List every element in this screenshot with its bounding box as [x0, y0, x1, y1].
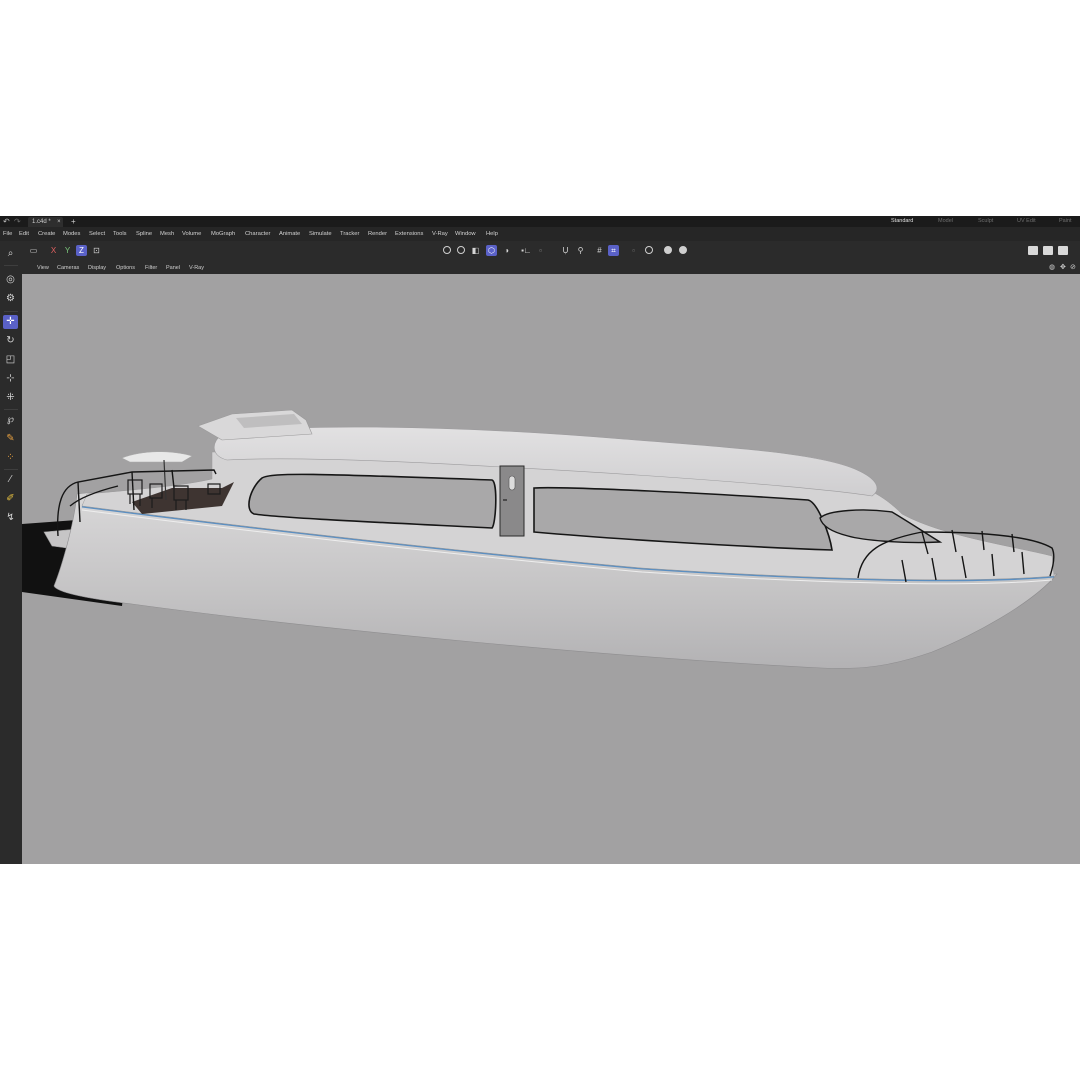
- coordinate-system-icon[interactable]: ⊡: [91, 245, 102, 256]
- umbrella: [121, 451, 193, 463]
- viewport-menu-panel[interactable]: Panel: [166, 262, 180, 274]
- menu-window[interactable]: Window: [455, 227, 476, 241]
- select-tool-icon[interactable]: ⚙: [3, 292, 18, 306]
- viewport-menu-display[interactable]: Display: [88, 262, 106, 274]
- menu-edit[interactable]: Edit: [19, 227, 29, 241]
- menu-animate[interactable]: Animate: [279, 227, 300, 241]
- new-tab-icon[interactable]: +: [71, 216, 76, 227]
- spline-pen-icon[interactable]: ℘: [3, 413, 18, 427]
- undo-icon[interactable]: ↶: [3, 216, 10, 227]
- rotate-icon[interactable]: ↻: [3, 334, 18, 348]
- lock-y-axis-button[interactable]: Y: [62, 245, 73, 256]
- perspective-viewport[interactable]: [22, 274, 1080, 864]
- scale-icon[interactable]: ◰: [3, 353, 18, 367]
- close-tab-icon[interactable]: ×: [57, 217, 61, 227]
- layout-standard[interactable]: Standard: [886, 216, 918, 228]
- layout-sculpt[interactable]: Sculpt: [978, 216, 993, 227]
- navigation-zoom-icon[interactable]: ⊘: [1070, 262, 1076, 274]
- main-toolbar: ▭ X Y Z ⊡ ◧ ⬡ ◑ ▪ ∟ ▫ Ụ ⚲ # ⌗ ▫: [0, 241, 1080, 262]
- menu-file[interactable]: File: [3, 227, 12, 241]
- menu-tools[interactable]: Tools: [113, 227, 127, 241]
- menu-vray[interactable]: V-Ray: [432, 227, 448, 241]
- axis-mode-icon[interactable]: ∟: [522, 245, 533, 256]
- magnet-snap-icon[interactable]: Ụ: [560, 245, 571, 256]
- viewport-solo-icon[interactable]: [645, 246, 653, 254]
- navigation-orbit-icon[interactable]: ◍: [1049, 262, 1055, 274]
- brush-icon[interactable]: ⁄: [3, 473, 18, 487]
- menu-spline[interactable]: Spline: [136, 227, 152, 241]
- points-mode-icon[interactable]: ◧: [470, 245, 481, 256]
- solo-mode-icon[interactable]: ▫: [628, 245, 639, 256]
- transform-icon[interactable]: ⁜: [3, 391, 18, 405]
- viewport-menu-view[interactable]: View: [37, 262, 49, 274]
- workplane-snap-icon: ⌗: [611, 246, 616, 255]
- render-active-view-button[interactable]: [1028, 246, 1038, 255]
- navigation-pan-icon[interactable]: ✥: [1060, 262, 1066, 274]
- render-settings-icon[interactable]: [664, 246, 672, 254]
- ai-tools-icon[interactable]: [679, 246, 687, 254]
- menu-simulate[interactable]: Simulate: [309, 227, 332, 241]
- menu-select[interactable]: Select: [89, 227, 105, 241]
- layout-model[interactable]: Model: [938, 216, 953, 227]
- menu-volume[interactable]: Volume: [182, 227, 201, 241]
- menu-create[interactable]: Create: [38, 227, 55, 241]
- render-picture-viewer-icon[interactable]: [457, 246, 465, 254]
- render-view-icon[interactable]: [443, 246, 451, 254]
- menu-render[interactable]: Render: [368, 227, 387, 241]
- title-tab-bar: ↶ ↷ 1.c4d * × + Standard Model Sculpt UV…: [0, 216, 1080, 228]
- layout-paint[interactable]: Paint: [1059, 216, 1072, 227]
- layout-uv-edit[interactable]: UV Edit: [1017, 216, 1036, 227]
- menu-mesh[interactable]: Mesh: [160, 227, 174, 241]
- search-icon[interactable]: ⌕: [3, 247, 18, 261]
- workplane-icon[interactable]: ▫: [535, 245, 546, 256]
- menu-mograph[interactable]: MoGraph: [211, 227, 235, 241]
- lock-x-axis-button[interactable]: X: [48, 245, 59, 256]
- viewport-header: View Cameras Display Options Filter Pane…: [22, 262, 1080, 274]
- model-mode-icon[interactable]: ▭: [28, 245, 39, 256]
- move-icon[interactable]: ✛: [3, 315, 18, 329]
- boat-model-render: [22, 409, 1058, 669]
- cinema4d-window: ↶ ↷ 1.c4d * × + Standard Model Sculpt UV…: [0, 216, 1080, 864]
- snap-settings-icon[interactable]: ⚲: [575, 245, 586, 256]
- polygon-mode-icon: ⬡: [488, 246, 495, 255]
- edit-render-settings-button[interactable]: [1058, 246, 1068, 255]
- document-tab-label: 1.c4d *: [32, 219, 51, 225]
- document-tab[interactable]: 1.c4d * ×: [28, 217, 63, 227]
- sketch-icon[interactable]: ✐: [3, 492, 18, 506]
- menu-character[interactable]: Character: [245, 227, 270, 241]
- viewport-menu-vray[interactable]: V-Ray: [189, 262, 204, 274]
- viewport-menu-options[interactable]: Options: [116, 262, 135, 274]
- axis-move-icon[interactable]: ⊹: [3, 372, 18, 386]
- z-axis-label: Z: [79, 246, 84, 255]
- menu-help[interactable]: Help: [486, 227, 498, 241]
- render-to-picture-viewer-button[interactable]: [1043, 246, 1053, 255]
- grid-snap-icon[interactable]: #: [594, 245, 605, 256]
- redo-icon[interactable]: ↷: [14, 216, 21, 227]
- viewport-menu-filter[interactable]: Filter: [145, 262, 157, 274]
- paint-icon[interactable]: ✎: [3, 432, 18, 446]
- live-selection-icon[interactable]: ◎: [3, 273, 18, 287]
- door-porthole: [508, 475, 516, 491]
- material-icon[interactable]: ⁘: [3, 451, 18, 465]
- left-tool-palette: ⌕ ◎ ⚙ ✛ ↻ ◰ ⊹ ⁜ ℘ ✎ ⁘ ⁄ ✐ ↯: [0, 241, 22, 864]
- menu-modes[interactable]: Modes: [63, 227, 80, 241]
- main-menu-bar: File Edit Create Modes Select Tools Spli…: [0, 227, 1080, 241]
- menu-extensions[interactable]: Extensions: [395, 227, 423, 241]
- menu-tracker[interactable]: Tracker: [340, 227, 359, 241]
- viewport-menu-cameras[interactable]: Cameras: [57, 262, 79, 274]
- texture-mode-icon[interactable]: ◑: [501, 245, 512, 256]
- knife-icon[interactable]: ↯: [3, 511, 18, 525]
